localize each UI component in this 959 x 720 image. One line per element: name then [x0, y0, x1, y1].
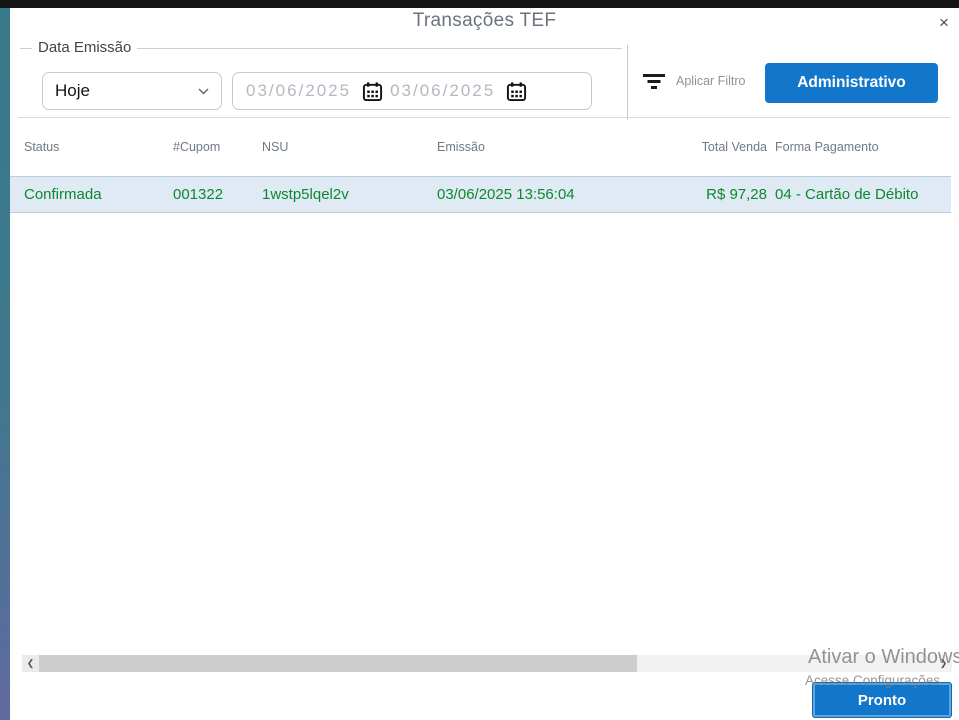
- filter-icon: [643, 74, 665, 89]
- column-header-emissao[interactable]: Emissão: [437, 140, 687, 154]
- column-header-nsu[interactable]: NSU: [262, 140, 437, 154]
- window-top-border: [0, 0, 959, 8]
- cell-cupom: 001322: [173, 186, 262, 203]
- cell-total-venda: R$ 97,28: [687, 186, 767, 203]
- tef-transactions-dialog: Transações TEF × Data Emissão Hoje 03/06…: [10, 8, 959, 720]
- column-header-status[interactable]: Status: [24, 140, 173, 154]
- desktop-edge-strip: [0, 8, 10, 720]
- column-header-total-venda[interactable]: Total Venda: [687, 140, 767, 154]
- calendar-icon[interactable]: [362, 81, 383, 102]
- scroll-left-icon: ❮: [27, 658, 35, 668]
- fieldset-legend: Data Emissão: [32, 39, 137, 56]
- cell-emissao: 03/06/2025 13:56:04: [437, 186, 687, 203]
- cell-forma-pagamento: 04 - Cartão de Débito: [767, 186, 951, 203]
- scrollbar-thumb[interactable]: [39, 655, 637, 672]
- period-select-value: Hoje: [55, 81, 198, 101]
- period-select[interactable]: Hoje: [42, 72, 222, 110]
- administrativo-button[interactable]: Administrativo: [765, 63, 938, 103]
- horizontal-scrollbar[interactable]: ❮ ❯: [22, 655, 952, 672]
- date-range-input[interactable]: 03/06/2025 03/06/2025: [232, 72, 592, 110]
- table-header: Status #Cupom NSU Emissão Total Venda Fo…: [10, 135, 951, 159]
- scroll-right-button[interactable]: ❯: [935, 655, 952, 672]
- vertical-divider: [627, 45, 628, 120]
- apply-filter-label: Aplicar Filtro: [676, 74, 745, 88]
- dialog-title: Transações TEF: [10, 10, 959, 32]
- calendar-icon[interactable]: [506, 81, 527, 102]
- cell-nsu: 1wstp5lqel2v: [262, 186, 437, 203]
- screen: Transações TEF × Data Emissão Hoje 03/06…: [0, 0, 959, 720]
- column-header-cupom[interactable]: #Cupom: [173, 140, 262, 154]
- scroll-right-icon: ❯: [940, 658, 948, 668]
- filter-table-separator: [18, 117, 950, 118]
- table-row[interactable]: Confirmada 001322 1wstp5lqel2v 03/06/202…: [10, 176, 951, 213]
- close-icon: ×: [939, 13, 949, 32]
- column-header-forma-pagamento[interactable]: Forma Pagamento: [767, 140, 951, 154]
- apply-filter-button[interactable]: Aplicar Filtro: [643, 66, 745, 96]
- close-button[interactable]: ×: [933, 12, 955, 34]
- scroll-left-button[interactable]: ❮: [22, 655, 39, 672]
- date-start-input[interactable]: 03/06/2025: [246, 81, 351, 101]
- chevron-down-icon: [198, 88, 209, 95]
- date-end-input[interactable]: 03/06/2025: [390, 81, 495, 101]
- cell-status: Confirmada: [24, 186, 173, 203]
- pronto-button[interactable]: Pronto: [812, 682, 952, 718]
